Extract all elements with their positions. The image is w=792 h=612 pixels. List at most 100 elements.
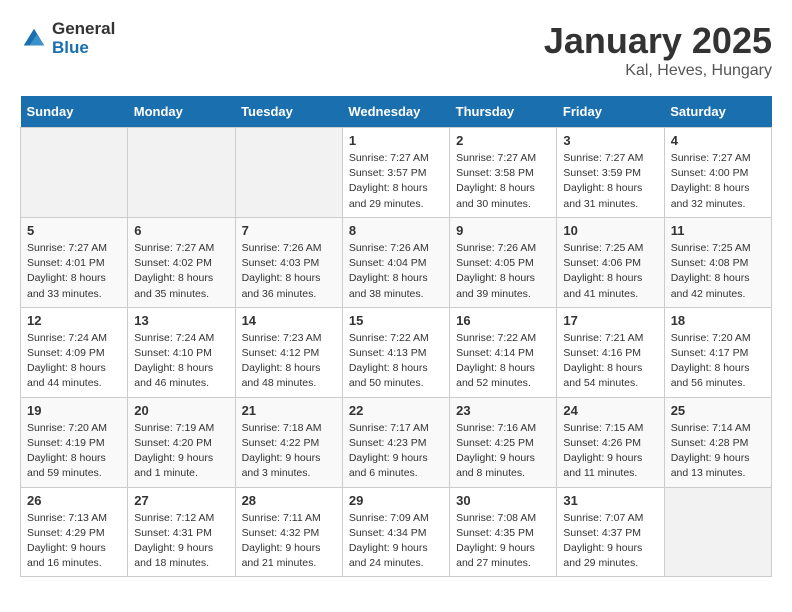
day-number: 28 <box>242 493 336 508</box>
day-number: 25 <box>671 403 765 418</box>
day-info: Sunrise: 7:22 AM Sunset: 4:13 PM Dayligh… <box>349 331 443 392</box>
calendar-cell: 7 Sunrise: 7:26 AM Sunset: 4:03 PM Daylig… <box>235 217 342 307</box>
day-info: Sunrise: 7:25 AM Sunset: 4:08 PM Dayligh… <box>671 241 765 302</box>
calendar-cell: 13 Sunrise: 7:24 AM Sunset: 4:10 PM Dayli… <box>128 307 235 397</box>
day-number: 24 <box>563 403 657 418</box>
calendar-cell: 29 Sunrise: 7:09 AM Sunset: 4:34 PM Dayli… <box>342 487 449 577</box>
day-number: 31 <box>563 493 657 508</box>
calendar-header-row: SundayMondayTuesdayWednesdayThursdayFrid… <box>21 96 772 128</box>
day-number: 26 <box>27 493 121 508</box>
day-number: 30 <box>456 493 550 508</box>
day-number: 12 <box>27 313 121 328</box>
day-info: Sunrise: 7:16 AM Sunset: 4:25 PM Dayligh… <box>456 421 550 482</box>
calendar-cell: 28Sunrise: 7:11 AM Sunset: 4:32 PM Dayli… <box>235 487 342 577</box>
day-number: 29 <box>349 493 443 508</box>
calendar-cell: 17Sunrise: 7:21 AM Sunset: 4:16 PM Dayli… <box>557 307 664 397</box>
calendar-cell: 30 Sunrise: 7:08 AM Sunset: 4:35 PM Dayli… <box>450 487 557 577</box>
calendar-cell: 1 Sunrise: 7:27 AM Sunset: 3:57 PM Daylig… <box>342 128 449 218</box>
main-title: January 2025 <box>544 20 772 62</box>
calendar-cell: 16Sunrise: 7:22 AM Sunset: 4:14 PM Dayli… <box>450 307 557 397</box>
title-section: January 2025 Kal, Heves, Hungary <box>544 20 772 80</box>
day-info: Sunrise: 7:27 AM Sunset: 3:58 PM Dayligh… <box>456 151 550 212</box>
calendar-cell: 2Sunrise: 7:27 AM Sunset: 3:58 PM Daylig… <box>450 128 557 218</box>
day-info: Sunrise: 7:27 AM Sunset: 4:01 PM Dayligh… <box>27 241 121 302</box>
day-info: Sunrise: 7:27 AM Sunset: 4:02 PM Dayligh… <box>134 241 228 302</box>
weekday-header: Wednesday <box>342 96 449 128</box>
calendar-cell <box>128 128 235 218</box>
calendar-week-row: 5 Sunrise: 7:27 AM Sunset: 4:01 PM Daylig… <box>21 217 772 307</box>
day-info: Sunrise: 7:17 AM Sunset: 4:23 PM Dayligh… <box>349 421 443 482</box>
weekday-header: Thursday <box>450 96 557 128</box>
logo: General Blue <box>20 20 115 57</box>
day-info: Sunrise: 7:09 AM Sunset: 4:34 PM Dayligh… <box>349 511 443 572</box>
calendar-cell: 9 Sunrise: 7:26 AM Sunset: 4:05 PM Daylig… <box>450 217 557 307</box>
weekday-header: Saturday <box>664 96 771 128</box>
weekday-header: Monday <box>128 96 235 128</box>
logo-general: General <box>52 20 115 39</box>
day-info: Sunrise: 7:19 AM Sunset: 4:20 PM Dayligh… <box>134 421 228 482</box>
day-number: 21 <box>242 403 336 418</box>
calendar-cell: 11Sunrise: 7:25 AM Sunset: 4:08 PM Dayli… <box>664 217 771 307</box>
calendar-cell: 27Sunrise: 7:12 AM Sunset: 4:31 PM Dayli… <box>128 487 235 577</box>
day-info: Sunrise: 7:21 AM Sunset: 4:16 PM Dayligh… <box>563 331 657 392</box>
calendar-cell: 21Sunrise: 7:18 AM Sunset: 4:22 PM Dayli… <box>235 397 342 487</box>
calendar-week-row: 19 Sunrise: 7:20 AM Sunset: 4:19 PM Dayli… <box>21 397 772 487</box>
page-header: General Blue January 2025 Kal, Heves, Hu… <box>20 20 772 80</box>
day-info: Sunrise: 7:08 AM Sunset: 4:35 PM Dayligh… <box>456 511 550 572</box>
calendar-cell: 23 Sunrise: 7:16 AM Sunset: 4:25 PM Dayli… <box>450 397 557 487</box>
day-info: Sunrise: 7:27 AM Sunset: 3:57 PM Dayligh… <box>349 151 443 212</box>
calendar-table: SundayMondayTuesdayWednesdayThursdayFrid… <box>20 96 772 577</box>
day-number: 16 <box>456 313 550 328</box>
day-number: 6 <box>134 223 228 238</box>
day-info: Sunrise: 7:23 AM Sunset: 4:12 PM Dayligh… <box>242 331 336 392</box>
day-number: 8 <box>349 223 443 238</box>
day-number: 14 <box>242 313 336 328</box>
day-number: 4 <box>671 133 765 148</box>
weekday-header: Sunday <box>21 96 128 128</box>
subtitle: Kal, Heves, Hungary <box>544 62 772 80</box>
day-number: 3 <box>563 133 657 148</box>
day-number: 20 <box>134 403 228 418</box>
day-number: 15 <box>349 313 443 328</box>
calendar-cell <box>21 128 128 218</box>
day-number: 19 <box>27 403 121 418</box>
weekday-header: Friday <box>557 96 664 128</box>
day-info: Sunrise: 7:15 AM Sunset: 4:26 PM Dayligh… <box>563 421 657 482</box>
day-number: 7 <box>242 223 336 238</box>
day-number: 5 <box>27 223 121 238</box>
calendar-cell: 25 Sunrise: 7:14 AM Sunset: 4:28 PM Dayli… <box>664 397 771 487</box>
day-number: 22 <box>349 403 443 418</box>
calendar-cell: 8 Sunrise: 7:26 AM Sunset: 4:04 PM Daylig… <box>342 217 449 307</box>
calendar-cell: 19 Sunrise: 7:20 AM Sunset: 4:19 PM Dayli… <box>21 397 128 487</box>
calendar-cell: 6 Sunrise: 7:27 AM Sunset: 4:02 PM Daylig… <box>128 217 235 307</box>
calendar-week-row: 1 Sunrise: 7:27 AM Sunset: 3:57 PM Daylig… <box>21 128 772 218</box>
day-info: Sunrise: 7:13 AM Sunset: 4:29 PM Dayligh… <box>27 511 121 572</box>
day-info: Sunrise: 7:20 AM Sunset: 4:19 PM Dayligh… <box>27 421 121 482</box>
day-info: Sunrise: 7:27 AM Sunset: 4:00 PM Dayligh… <box>671 151 765 212</box>
calendar-cell <box>235 128 342 218</box>
day-info: Sunrise: 7:26 AM Sunset: 4:03 PM Dayligh… <box>242 241 336 302</box>
calendar-cell: 15 Sunrise: 7:22 AM Sunset: 4:13 PM Dayli… <box>342 307 449 397</box>
day-info: Sunrise: 7:14 AM Sunset: 4:28 PM Dayligh… <box>671 421 765 482</box>
day-info: Sunrise: 7:20 AM Sunset: 4:17 PM Dayligh… <box>671 331 765 392</box>
calendar-cell: 22 Sunrise: 7:17 AM Sunset: 4:23 PM Dayli… <box>342 397 449 487</box>
day-number: 1 <box>349 133 443 148</box>
day-info: Sunrise: 7:27 AM Sunset: 3:59 PM Dayligh… <box>563 151 657 212</box>
calendar-cell: 4 Sunrise: 7:27 AM Sunset: 4:00 PM Daylig… <box>664 128 771 218</box>
day-number: 9 <box>456 223 550 238</box>
calendar-cell: 14 Sunrise: 7:23 AM Sunset: 4:12 PM Dayli… <box>235 307 342 397</box>
calendar-cell: 24 Sunrise: 7:15 AM Sunset: 4:26 PM Dayli… <box>557 397 664 487</box>
calendar-cell: 5 Sunrise: 7:27 AM Sunset: 4:01 PM Daylig… <box>21 217 128 307</box>
calendar-cell: 10Sunrise: 7:25 AM Sunset: 4:06 PM Dayli… <box>557 217 664 307</box>
day-number: 13 <box>134 313 228 328</box>
day-info: Sunrise: 7:24 AM Sunset: 4:09 PM Dayligh… <box>27 331 121 392</box>
day-number: 23 <box>456 403 550 418</box>
calendar-cell: 12 Sunrise: 7:24 AM Sunset: 4:09 PM Dayli… <box>21 307 128 397</box>
day-info: Sunrise: 7:12 AM Sunset: 4:31 PM Dayligh… <box>134 511 228 572</box>
day-info: Sunrise: 7:26 AM Sunset: 4:05 PM Dayligh… <box>456 241 550 302</box>
day-info: Sunrise: 7:24 AM Sunset: 4:10 PM Dayligh… <box>134 331 228 392</box>
day-info: Sunrise: 7:26 AM Sunset: 4:04 PM Dayligh… <box>349 241 443 302</box>
calendar-cell: 31 Sunrise: 7:07 AM Sunset: 4:37 PM Dayli… <box>557 487 664 577</box>
weekday-header: Tuesday <box>235 96 342 128</box>
day-info: Sunrise: 7:07 AM Sunset: 4:37 PM Dayligh… <box>563 511 657 572</box>
